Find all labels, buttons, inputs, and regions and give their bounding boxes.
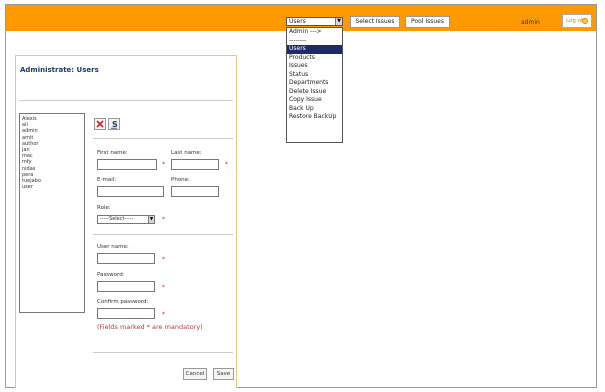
user-list[interactable]: Alexis ali admin amit author jan mac mfy… <box>19 113 85 313</box>
last-name-label: Last name: <box>171 150 202 156</box>
required-mark: * <box>162 311 165 318</box>
dropdown-option[interactable]: Back Up <box>287 105 342 114</box>
role-select-value: -----Select----- <box>100 216 134 222</box>
role-select[interactable]: -----Select----- ▼ <box>97 215 155 224</box>
logoff-button[interactable]: Log off <box>562 14 592 28</box>
confirm-password-label: Confirm password: <box>97 299 149 305</box>
select-issues-button[interactable]: Select Issues <box>350 16 400 28</box>
dropdown-option[interactable]: Restore BackUp <box>287 113 342 122</box>
email-label: E-mail: <box>97 177 117 183</box>
save-user-button[interactable]: S <box>108 118 120 130</box>
dropdown-option[interactable]: Admin ---> <box>287 28 342 37</box>
required-mark: * <box>225 161 228 168</box>
last-name-field[interactable] <box>171 159 219 170</box>
view-select-value: Users <box>289 18 306 25</box>
dropdown-option[interactable]: -------- <box>287 37 342 46</box>
required-mark: * <box>162 256 165 263</box>
dropdown-option[interactable]: Issues <box>287 62 342 71</box>
svg-text:S: S <box>112 120 118 129</box>
dropdown-option-selected[interactable]: Users <box>287 45 342 54</box>
view-select[interactable]: Users ▼ <box>286 17 343 26</box>
pool-issues-button[interactable]: Pool Issues <box>405 16 450 28</box>
role-label: Role: <box>97 205 111 211</box>
power-icon <box>582 18 588 24</box>
chevron-down-icon[interactable]: ▼ <box>148 216 154 223</box>
delete-x-icon <box>96 120 104 128</box>
save-s-icon: S <box>111 120 118 129</box>
dropdown-option[interactable]: Copy Issue <box>287 96 342 105</box>
dropdown-option[interactable]: Products <box>287 54 342 63</box>
first-name-field[interactable] <box>97 159 157 170</box>
required-mark: * <box>162 284 165 291</box>
required-mark: * <box>162 161 165 168</box>
dropdown-option[interactable]: Status <box>287 71 342 80</box>
dropdown-option[interactable]: Delete Issue <box>287 88 342 97</box>
list-item[interactable]: user <box>22 184 82 190</box>
phone-field[interactable] <box>171 186 219 197</box>
confirm-password-field[interactable] <box>97 308 155 319</box>
delete-user-button[interactable] <box>94 118 106 130</box>
view-dropdown-list[interactable]: Admin ---> -------- Users Products Issue… <box>286 27 343 143</box>
email-field[interactable] <box>97 186 164 197</box>
divider <box>93 234 233 235</box>
current-user-label: admin <box>521 19 540 26</box>
dropdown-option[interactable]: Departments <box>287 79 342 88</box>
first-name-label: First name: <box>97 150 128 156</box>
username-field[interactable] <box>97 253 155 264</box>
save-button[interactable]: Save <box>213 368 234 380</box>
required-mark: * <box>162 216 165 223</box>
password-field[interactable] <box>97 281 155 292</box>
phone-label: Phone: <box>171 177 190 183</box>
divider <box>19 100 233 101</box>
mandatory-note: (Fields marked * are mandatory) <box>97 323 203 331</box>
divider <box>93 138 233 139</box>
password-label: Password: <box>97 272 125 278</box>
cancel-button[interactable]: Cancel <box>183 368 207 380</box>
divider <box>93 352 233 353</box>
page-title: Administrate: Users <box>20 66 99 74</box>
username-label: User name: <box>97 244 129 250</box>
chevron-down-icon[interactable]: ▼ <box>335 18 342 25</box>
